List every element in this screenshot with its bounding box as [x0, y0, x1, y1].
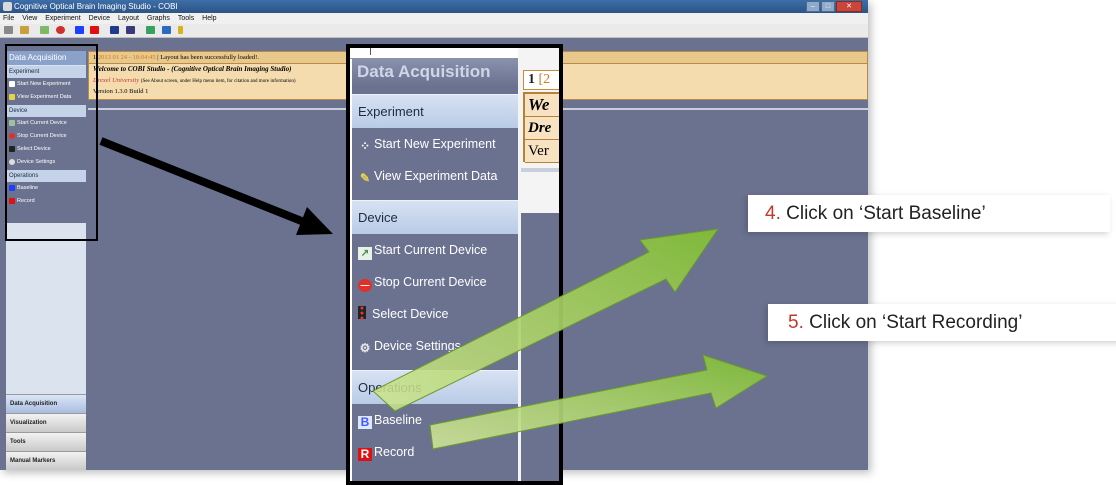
arrow-overlay	[99, 137, 769, 450]
black-arrow	[99, 137, 333, 235]
